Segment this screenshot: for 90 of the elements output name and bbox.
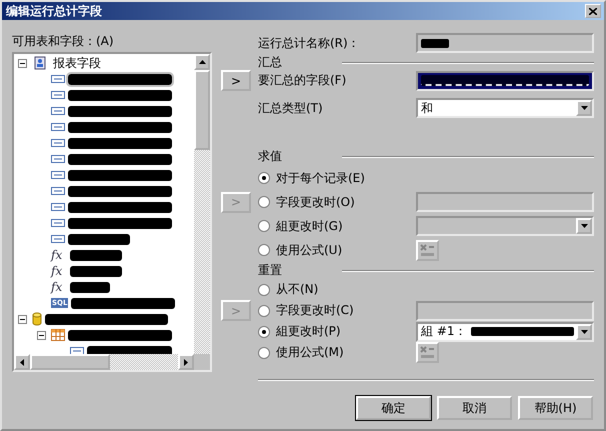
field-icon: [51, 123, 65, 131]
radio-button[interactable]: [258, 346, 270, 358]
window-title: 编辑运行总计字段: [6, 2, 102, 20]
minus-icon: [20, 60, 25, 66]
field-label: 运行总计名称(R)：: [258, 34, 361, 52]
section-heading: 重置: [258, 262, 282, 279]
radio-label: 使用公式(M): [276, 344, 344, 361]
section-heading: 求值: [258, 148, 282, 165]
redaction-bar[interactable]: [70, 250, 122, 260]
formula-icon: fx: [51, 264, 67, 278]
dialog-button[interactable]: 取消: [437, 396, 512, 420]
field-icon: [51, 107, 65, 115]
field-icon: [51, 171, 65, 179]
close-button[interactable]: [585, 4, 601, 18]
formula-icon: fx: [51, 248, 67, 262]
redaction-bar[interactable]: [70, 282, 110, 292]
right-arrow-icon: [184, 358, 188, 366]
radio-label: 对于每个记录(E): [276, 170, 365, 186]
radio-button[interactable]: [258, 220, 270, 232]
section-heading: 汇总: [258, 54, 282, 71]
caret-icon: [580, 106, 588, 110]
radio-label: 字段更改时(O): [276, 194, 355, 210]
redaction-bar[interactable]: [68, 122, 172, 132]
redaction-bar[interactable]: [68, 218, 172, 228]
field-icon: [70, 347, 84, 355]
caret-icon: [580, 330, 588, 334]
radio-label: 从不(N): [276, 281, 318, 298]
radio-button[interactable]: [258, 304, 270, 316]
redaction-bar[interactable]: [68, 186, 172, 196]
dialog-button[interactable]: 确定: [356, 396, 431, 420]
vertical-scrollbar[interactable]: [194, 54, 210, 354]
caret-icon: [580, 224, 588, 228]
redaction-bar[interactable]: [68, 202, 172, 212]
field-icon: [51, 219, 65, 227]
table-icon: [51, 329, 65, 341]
minus-icon: [20, 316, 25, 322]
formula-icon: [420, 346, 435, 359]
dialog-button[interactable]: 帮助(H): [518, 396, 593, 420]
tree-label: 可用表和字段：(A): [12, 33, 115, 50]
redaction-bar[interactable]: [45, 314, 168, 324]
add-field-button[interactable]: >: [221, 70, 251, 91]
report-icon: [32, 56, 48, 70]
redaction-bar[interactable]: [70, 266, 122, 276]
close-icon: [589, 8, 597, 14]
field-icon: [51, 203, 65, 211]
up-arrow-icon: [198, 60, 206, 64]
dropdown[interactable]: 和: [416, 98, 594, 118]
scroll-right-button[interactable]: [178, 354, 194, 370]
collapse-toggle[interactable]: [18, 314, 27, 324]
redaction-bar[interactable]: [71, 298, 176, 308]
redaction-bar[interactable]: [68, 106, 172, 116]
redaction-bar[interactable]: [68, 170, 172, 180]
formula-icon: fx: [51, 280, 67, 294]
field-icon: [51, 75, 65, 83]
horizontal-scrollbar[interactable]: [14, 354, 194, 370]
redaction-bar[interactable]: [68, 74, 172, 84]
radio-label: 組更改时(P): [276, 323, 341, 340]
redaction-bar[interactable]: [68, 330, 172, 340]
field-icon: [51, 91, 65, 99]
radio-button[interactable]: [258, 196, 270, 208]
field-label: 要汇总的字段(F): [258, 72, 348, 89]
scroll-left-button[interactable]: [14, 354, 30, 370]
radio-button[interactable]: [258, 244, 270, 256]
scrollbar-corner: [194, 354, 210, 370]
radio-label: 字段更改时(C): [276, 302, 354, 319]
radio-button[interactable]: [258, 284, 270, 296]
redaction-bar[interactable]: [68, 234, 130, 244]
field-icon: [51, 187, 65, 195]
scroll-up-button[interactable]: [194, 54, 210, 70]
collapse-toggle[interactable]: [37, 330, 46, 340]
name-field[interactable]: [416, 33, 594, 53]
redaction-bar[interactable]: [68, 154, 172, 164]
field-icon: [51, 235, 65, 243]
field-label: 汇总类型(T): [258, 100, 324, 116]
radio-label: 組更改时(G): [276, 218, 343, 234]
dropdown[interactable]: 組 #1：: [416, 322, 594, 342]
input-field[interactable]: [416, 70, 594, 90]
tree-item[interactable]: 报表字段: [51, 54, 103, 72]
redaction-bar[interactable]: [68, 138, 172, 148]
radio-label: 使用公式(U): [276, 242, 342, 258]
formula-icon: [420, 244, 435, 256]
field-icon: [51, 155, 65, 163]
minus-icon: [39, 332, 44, 338]
redaction-bar[interactable]: [68, 90, 172, 100]
radio-button[interactable]: [258, 326, 270, 338]
left-arrow-icon: [20, 358, 24, 366]
database-icon: [32, 312, 42, 326]
field-icon: [51, 139, 65, 147]
radio-button[interactable]: [258, 172, 270, 184]
collapse-toggle[interactable]: [18, 58, 27, 68]
